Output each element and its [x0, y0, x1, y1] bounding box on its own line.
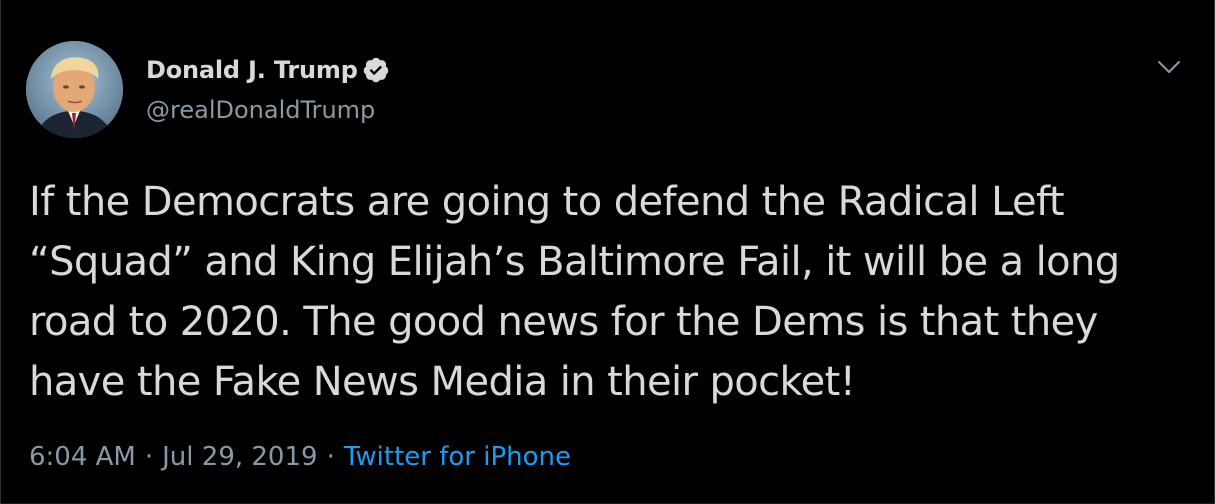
- tweet-time[interactable]: 6:04 AM: [29, 442, 136, 472]
- meta-separator: ·: [326, 442, 335, 472]
- verified-badge-icon: [362, 56, 390, 84]
- tweet-text-line: If the Democrats are going to defend the…: [29, 179, 1065, 225]
- tweet-text-line: road to 2020. The good news for the Dems…: [29, 299, 1098, 345]
- tweet-source-link[interactable]: Twitter for iPhone: [344, 442, 571, 472]
- tweet-card: Donald J. Trump @realDonaldTrump If the …: [0, 0, 1215, 504]
- avatar-image: [26, 41, 123, 138]
- chevron-down-icon: [1158, 61, 1180, 73]
- tweet-date[interactable]: Jul 29, 2019: [162, 442, 317, 472]
- tweet-text: If the Democrats are going to defend the…: [29, 172, 1194, 412]
- tweet-metadata: 6:04 AM · Jul 29, 2019 · Twitter for iPh…: [29, 442, 571, 472]
- meta-separator: ·: [144, 442, 154, 472]
- tweet-text-line: “Squad” and King Elijah’s Baltimore Fail…: [29, 239, 1120, 285]
- author-handle[interactable]: @realDonaldTrump: [146, 96, 375, 124]
- avatar[interactable]: [26, 41, 123, 138]
- tweet-text-line: have the Fake News Media in their pocket…: [29, 359, 856, 405]
- tweet-menu-button[interactable]: [1149, 46, 1189, 86]
- author-name-row: Donald J. Trump: [146, 56, 390, 84]
- display-name[interactable]: Donald J. Trump: [146, 56, 358, 84]
